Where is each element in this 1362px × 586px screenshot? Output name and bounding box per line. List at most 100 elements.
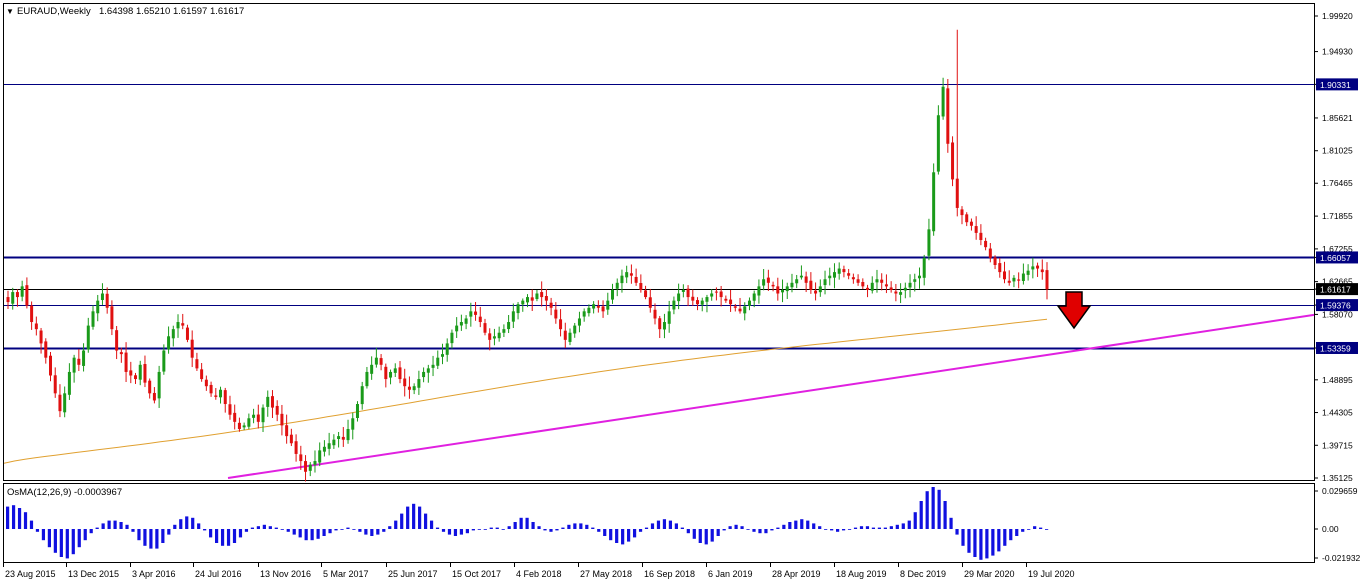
candle-body (285, 425, 289, 437)
osma-bar (549, 529, 553, 532)
candle-body (398, 367, 402, 380)
candle-body (11, 292, 15, 304)
osma-bar (11, 505, 16, 529)
osma-bar (710, 529, 714, 542)
candle-body (776, 286, 780, 294)
osma-bar (692, 529, 696, 539)
osma-bar (286, 529, 290, 532)
osma-bar (979, 529, 983, 560)
osma-bar (543, 529, 547, 531)
mt4-chart-window[interactable]: 1.99920 1.94930 1.90331 1.85621 1.81025 1.764… (0, 0, 1362, 584)
osma-bar (1045, 529, 1049, 530)
candle-body (44, 341, 48, 358)
osma-bar (794, 520, 798, 529)
candle-body (714, 291, 718, 293)
chart-menu-icon[interactable]: ▼ (6, 7, 14, 16)
level-tag-label: 1.53359 (1320, 343, 1351, 353)
candle-body (49, 355, 53, 376)
osma-bar (913, 512, 917, 529)
osma-bar (644, 527, 649, 529)
osma-bar (1003, 529, 1007, 546)
candle-body (507, 322, 511, 330)
osma-bar (143, 529, 147, 546)
osma-bar (298, 529, 302, 538)
candle-body (563, 330, 567, 340)
candle-body (658, 318, 662, 330)
osma-bar (53, 529, 57, 553)
price-label: 1.81025 (1322, 146, 1353, 156)
osma-bar (698, 529, 702, 543)
osma-bar (77, 529, 81, 548)
time-axis: 23 Aug 2015 13 Dec 2015 3 Apr 2016 24 Jul 2… (3, 562, 1075, 579)
candle-body (818, 286, 822, 293)
candle-body (559, 319, 563, 330)
osma-bar (197, 523, 201, 529)
candle-body (431, 364, 435, 368)
osma-bar (71, 529, 75, 555)
candle-body (696, 300, 700, 305)
candle-body (497, 332, 501, 339)
candle-body (998, 263, 1002, 273)
candle-body (450, 332, 454, 344)
candle-body (110, 306, 114, 330)
osma-bar (537, 526, 541, 529)
candle-body (884, 284, 888, 287)
candle-body (577, 318, 581, 326)
osma-bar (453, 529, 458, 536)
osma-bar (238, 529, 243, 538)
osma-bar (119, 522, 123, 529)
osma-bar (388, 526, 392, 529)
candle-body (1002, 271, 1006, 280)
candle-body (554, 309, 558, 319)
candle-body (72, 357, 76, 373)
osma-bar (376, 529, 380, 535)
candle-body (379, 358, 383, 365)
candle-body (922, 257, 926, 278)
candle-body (691, 296, 695, 301)
candle-body (20, 286, 24, 297)
osma-label: OsMA(12,26,9) -0.0003967 (7, 487, 122, 498)
candle-body (223, 390, 227, 405)
candle-body (247, 418, 251, 427)
osma-bar (477, 529, 481, 530)
time-label: 16 Sep 2018 (644, 569, 695, 579)
candle-body (384, 366, 388, 380)
price-label: 1.76465 (1322, 178, 1353, 188)
osma-bar (836, 529, 840, 532)
osma-bar (883, 527, 887, 529)
candle-body (299, 454, 303, 462)
candle-body (436, 357, 440, 366)
osma-bar (573, 523, 577, 529)
candle-body (757, 286, 761, 296)
candle-body (601, 306, 605, 312)
osma-bar (447, 529, 452, 535)
osma-bar (250, 527, 255, 529)
osma-bar (382, 529, 386, 532)
candle-body (355, 404, 359, 418)
candle-body (502, 329, 506, 333)
candle-body (804, 276, 808, 283)
candle-body (426, 368, 430, 373)
candle-body (946, 88, 950, 144)
price-label: 1.99920 (1322, 11, 1353, 21)
candle-body (294, 441, 298, 454)
candle-body (1045, 270, 1049, 290)
osma-bar (812, 523, 816, 529)
candle-body (814, 290, 818, 294)
osma-bar (650, 523, 655, 529)
osma-bar (561, 527, 565, 529)
candle-body (842, 269, 846, 273)
osma-bar (782, 524, 786, 529)
osma-bar (513, 522, 517, 529)
chart-canvas[interactable]: 1.99920 1.94930 1.90331 1.85621 1.81025 1.764… (0, 0, 1362, 584)
osma-bar (776, 527, 780, 529)
candle-body (469, 311, 473, 317)
osma-bar (125, 524, 129, 529)
candle-body (138, 364, 142, 380)
osma-bar (310, 529, 314, 541)
candle-body (544, 295, 548, 301)
candle-body (313, 461, 317, 465)
candle-body (889, 287, 893, 290)
candle-body (1017, 279, 1021, 281)
osma-bar (925, 491, 929, 529)
